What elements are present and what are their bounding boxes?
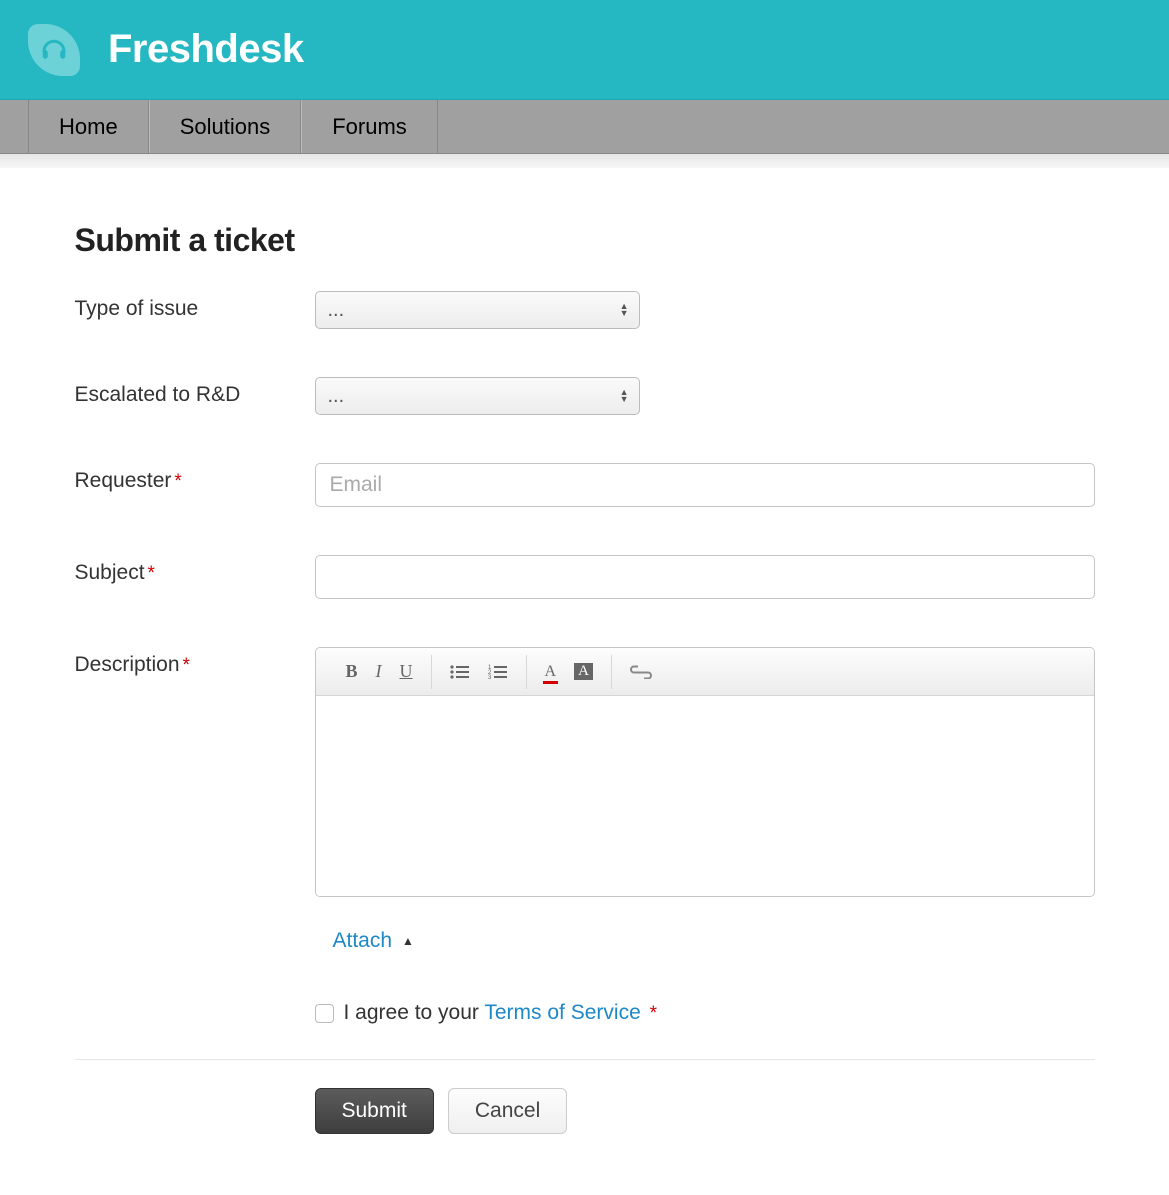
nav-shadow bbox=[0, 154, 1169, 168]
required-star-icon: * bbox=[174, 471, 181, 492]
field-row-escalated: Escalated to R&D ... ▲▼ bbox=[75, 377, 1095, 415]
input-subject[interactable] bbox=[315, 555, 1095, 599]
attach-row: Attach ▲ bbox=[315, 929, 1095, 953]
rich-text-editor: B I U 123 A A bbox=[315, 647, 1095, 897]
text-color-icon[interactable]: A bbox=[545, 663, 557, 681]
label-subject: Subject* bbox=[75, 555, 315, 585]
submit-button[interactable]: Submit bbox=[315, 1088, 434, 1134]
nav-item-home[interactable]: Home bbox=[28, 100, 149, 153]
ordered-list-icon[interactable]: 123 bbox=[488, 664, 508, 680]
label-type-of-issue: Type of issue bbox=[75, 291, 315, 321]
nav-item-solutions[interactable]: Solutions bbox=[149, 100, 302, 153]
editor-textarea[interactable] bbox=[316, 696, 1094, 896]
attach-link[interactable]: Attach bbox=[333, 929, 393, 953]
chevron-updown-icon: ▲▼ bbox=[620, 303, 629, 317]
background-color-icon[interactable]: A bbox=[574, 663, 593, 680]
editor-toolbar: B I U 123 A A bbox=[316, 648, 1094, 696]
required-star-icon: * bbox=[148, 563, 155, 584]
required-star-icon: * bbox=[650, 1003, 657, 1024]
field-row-requester: Requester* bbox=[75, 463, 1095, 507]
link-icon[interactable] bbox=[630, 665, 652, 679]
underline-icon[interactable]: U bbox=[400, 661, 413, 682]
nav-bar: Home Solutions Forums bbox=[0, 100, 1169, 154]
bold-icon[interactable]: B bbox=[346, 661, 358, 682]
cancel-button[interactable]: Cancel bbox=[448, 1088, 567, 1134]
form-footer: Submit Cancel bbox=[75, 1059, 1095, 1134]
label-escalated: Escalated to R&D bbox=[75, 377, 315, 407]
bullet-list-icon[interactable] bbox=[450, 664, 470, 680]
nav-item-forums[interactable]: Forums bbox=[301, 100, 438, 153]
field-row-type-of-issue: Type of issue ... ▲▼ bbox=[75, 291, 1095, 329]
content-card: Submit a ticket Type of issue ... ▲▼ Esc… bbox=[35, 182, 1135, 1194]
field-row-description: Description* B I U 123 bbox=[75, 647, 1095, 1025]
italic-icon[interactable]: I bbox=[376, 661, 382, 682]
select-type-of-issue[interactable]: ... ▲▼ bbox=[315, 291, 640, 329]
select-type-of-issue-value: ... bbox=[328, 299, 345, 322]
brand-name: Freshdesk bbox=[108, 27, 304, 72]
page-title: Submit a ticket bbox=[75, 222, 1095, 259]
headset-icon bbox=[39, 35, 69, 65]
brand-logo bbox=[28, 24, 80, 76]
tos-row: I agree to your Terms of Service * bbox=[315, 1001, 1095, 1025]
input-requester[interactable] bbox=[315, 463, 1095, 507]
tos-link[interactable]: Terms of Service bbox=[484, 1001, 640, 1024]
field-row-subject: Subject* bbox=[75, 555, 1095, 599]
svg-text:3: 3 bbox=[488, 675, 492, 680]
header-banner: Freshdesk bbox=[0, 0, 1169, 100]
tos-text: I agree to your bbox=[344, 1001, 485, 1024]
caret-up-icon: ▲ bbox=[402, 934, 414, 948]
required-star-icon: * bbox=[183, 655, 190, 676]
label-description: Description* bbox=[75, 647, 315, 677]
chevron-updown-icon: ▲▼ bbox=[620, 389, 629, 403]
select-escalated[interactable]: ... ▲▼ bbox=[315, 377, 640, 415]
tos-checkbox[interactable] bbox=[315, 1004, 334, 1023]
select-escalated-value: ... bbox=[328, 385, 345, 408]
label-requester: Requester* bbox=[75, 463, 315, 493]
